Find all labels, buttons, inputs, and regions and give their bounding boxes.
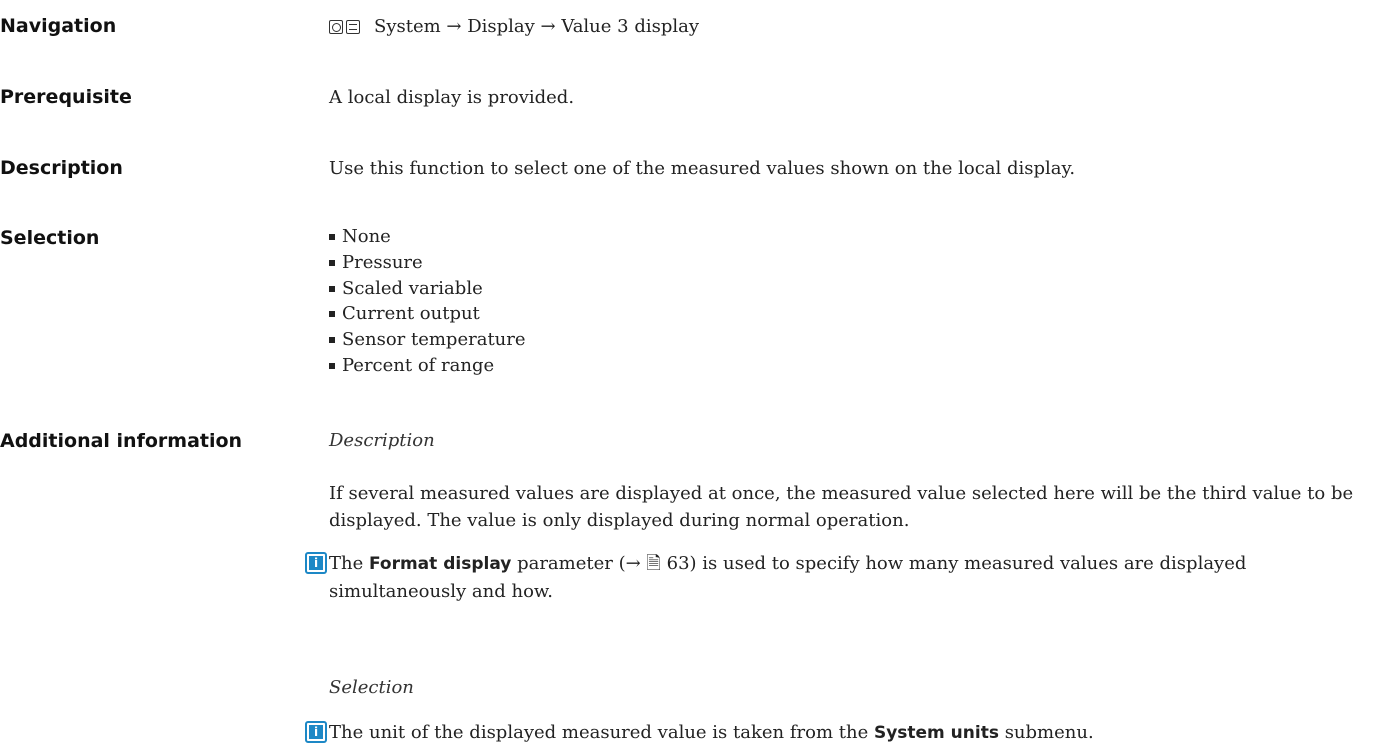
additional-information-label: Additional information: [0, 430, 243, 452]
description-paragraph: If several measured values are displayed…: [329, 483, 1354, 531]
description-subheading: Description: [329, 430, 435, 451]
info-note-system-units: i The unit of the displayed measured val…: [305, 719, 1379, 747]
description-label: Description: [0, 157, 123, 179]
list-item: Percent of range: [329, 353, 526, 379]
page-reference[interactable]: 63: [667, 553, 690, 574]
selection-subheading: Selection: [329, 677, 414, 698]
list-item: Sensor temperature: [329, 327, 526, 353]
info-icon: i: [305, 552, 327, 574]
info-note-text: The Format display parameter (→ 🗎 63) is…: [329, 553, 1247, 602]
page-icon: 🗎: [646, 553, 661, 574]
navigation-label: Navigation: [0, 15, 117, 37]
description-text: Use this function to select one of the m…: [329, 158, 1076, 179]
list-item: Pressure: [329, 250, 526, 276]
navigation-path: System → Display → Value 3 display: [374, 16, 700, 37]
display-icon: [346, 20, 360, 34]
navigation-path-row: System → Display → Value 3 display: [329, 13, 699, 40]
list-item: None: [329, 224, 526, 250]
selection-label: Selection: [0, 227, 100, 249]
selection-list: None Pressure Scaled variable Current ou…: [329, 224, 526, 379]
info-note-format-display: i The Format display parameter (→ 🗎 63) …: [305, 550, 1379, 605]
navigation-icons: [329, 20, 360, 34]
system-units-submenu: System units: [873, 723, 999, 743]
list-item: Scaled variable: [329, 276, 526, 302]
info-note-text: The unit of the displayed measured value…: [329, 722, 1094, 743]
prerequisite-label: Prerequisite: [0, 86, 132, 108]
format-display-parameter: Format display: [368, 554, 512, 574]
operating-tool-icon: [329, 20, 343, 34]
prerequisite-text: A local display is provided.: [329, 87, 575, 108]
selection-list-container: None Pressure Scaled variable Current ou…: [329, 224, 526, 379]
list-item: Current output: [329, 301, 526, 327]
info-icon: i: [305, 721, 327, 743]
